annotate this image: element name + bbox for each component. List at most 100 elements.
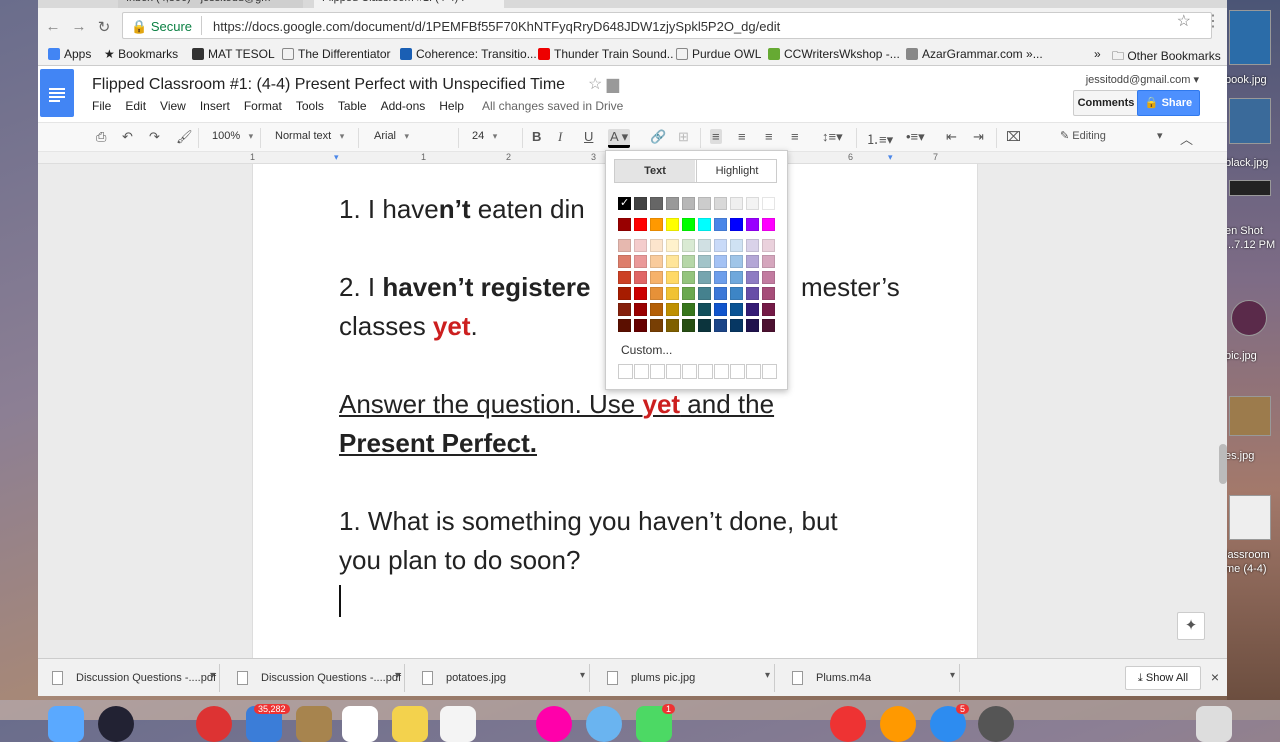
color-swatch[interactable] xyxy=(682,303,695,316)
color-swatch[interactable] xyxy=(730,197,743,210)
color-swatch[interactable] xyxy=(666,218,679,231)
safari-icon[interactable] xyxy=(586,706,622,742)
color-swatch[interactable] xyxy=(698,255,711,268)
doc-line[interactable]: 2. I haven’t registere mester’s xyxy=(339,272,900,303)
close-icon[interactable]: × xyxy=(1211,669,1219,685)
paint-format-icon[interactable]: 🖌 xyxy=(176,129,193,145)
color-swatch[interactable] xyxy=(762,218,775,231)
color-swatch[interactable] xyxy=(730,287,743,300)
custom-color-link[interactable]: Custom... xyxy=(621,343,672,357)
bookmark-azar-grammar[interactable]: AzarGrammar.com »... xyxy=(906,47,1043,61)
color-swatch[interactable] xyxy=(618,196,631,210)
bold-icon[interactable]: B xyxy=(532,129,541,144)
font-size-select[interactable]: 24 xyxy=(472,130,513,142)
color-swatch[interactable] xyxy=(666,239,679,252)
color-swatch[interactable] xyxy=(682,218,695,231)
doc-line[interactable]: 1. What is something you haven’t done, b… xyxy=(339,506,838,537)
color-swatch[interactable] xyxy=(762,255,775,268)
color-swatch[interactable] xyxy=(650,255,663,268)
download-item[interactable]: Plums.m4a ▾ xyxy=(780,664,960,692)
color-swatch[interactable] xyxy=(634,197,647,210)
chevron-down-icon[interactable]: ▾ xyxy=(395,670,400,681)
save-status[interactable]: All changes saved in Drive xyxy=(482,99,623,113)
color-swatch[interactable] xyxy=(682,319,695,332)
stickies-icon[interactable] xyxy=(392,706,428,742)
desktop-file-label[interactable]: pic.jpg xyxy=(1225,350,1257,362)
desktop-file-thumbnail[interactable] xyxy=(1231,300,1267,336)
color-swatch[interactable] xyxy=(634,218,647,231)
color-swatch[interactable] xyxy=(698,303,711,316)
redo-icon[interactable]: ↷ xyxy=(149,129,160,145)
color-swatch[interactable] xyxy=(698,319,711,332)
color-swatch[interactable] xyxy=(682,239,695,252)
explore-icon[interactable]: ✦ xyxy=(1177,612,1205,640)
color-swatch[interactable] xyxy=(746,255,759,268)
bookmark-bookmarks[interactable]: ★ Bookmarks xyxy=(104,47,178,61)
color-swatch[interactable] xyxy=(762,287,775,300)
color-swatch[interactable] xyxy=(682,287,695,300)
line-spacing-icon[interactable]: ↕≡▾ xyxy=(822,129,843,145)
desktop-file-label[interactable]: book.jpg xyxy=(1225,74,1267,86)
style-select[interactable]: Normal text xyxy=(275,130,344,142)
menu-help[interactable]: Help xyxy=(439,99,464,113)
desktop-file-label[interactable]: en Shot xyxy=(1225,225,1263,237)
color-swatch[interactable] xyxy=(746,239,759,252)
desktop-file-label[interactable]: black.jpg xyxy=(1225,157,1268,169)
comments-button[interactable]: Comments xyxy=(1073,90,1139,116)
doc-line[interactable]: Answer the question. Use yet and the xyxy=(339,389,774,420)
italic-icon[interactable]: I xyxy=(558,129,562,145)
custom-color-slot[interactable] xyxy=(618,364,633,379)
color-swatch[interactable] xyxy=(714,255,727,268)
color-swatch[interactable] xyxy=(746,303,759,316)
color-swatch[interactable] xyxy=(714,271,727,284)
color-swatch[interactable] xyxy=(746,319,759,332)
print-icon[interactable]: ⎙ xyxy=(96,129,106,145)
custom-color-slot[interactable] xyxy=(762,364,777,379)
color-swatch[interactable] xyxy=(650,303,663,316)
color-swatch[interactable] xyxy=(746,271,759,284)
color-swatch[interactable] xyxy=(698,287,711,300)
color-swatch[interactable] xyxy=(618,255,631,268)
color-swatch[interactable] xyxy=(650,197,663,210)
custom-color-slot[interactable] xyxy=(714,364,729,379)
reminders-icon[interactable] xyxy=(440,706,476,742)
underline-icon[interactable]: U xyxy=(584,129,593,144)
numbered-list-icon[interactable]: ⒈≡▾ xyxy=(866,129,893,148)
document-title[interactable]: Flipped Classroom #1: (4-4) Present Perf… xyxy=(92,76,565,94)
menu-file[interactable]: File xyxy=(92,99,111,113)
star-icon[interactable]: ☆ xyxy=(588,76,602,93)
show-all-downloads-button[interactable]: ⤓ Show All xyxy=(1125,666,1201,690)
color-swatch[interactable] xyxy=(666,287,679,300)
color-swatch[interactable] xyxy=(666,271,679,284)
download-item[interactable]: potatoes.jpg ▾ xyxy=(410,664,590,692)
clear-formatting-icon[interactable]: ⌧ xyxy=(1006,129,1021,145)
color-swatch[interactable] xyxy=(650,319,663,332)
chevron-down-icon[interactable]: ▾ xyxy=(580,670,585,681)
ibooks-icon[interactable] xyxy=(880,706,916,742)
color-swatch[interactable] xyxy=(618,287,631,300)
doc-line[interactable]: Present Perfect. xyxy=(339,428,537,459)
color-swatch[interactable] xyxy=(634,239,647,252)
color-swatch[interactable] xyxy=(714,319,727,332)
photos-icon[interactable] xyxy=(536,706,572,742)
color-swatch[interactable] xyxy=(714,197,727,210)
palette-tab-text[interactable]: Text xyxy=(615,160,695,182)
color-swatch[interactable] xyxy=(698,218,711,231)
color-swatch[interactable] xyxy=(666,303,679,316)
desktop-file-thumbnail[interactable] xyxy=(1229,396,1271,436)
insert-comment-icon[interactable]: ⊞ xyxy=(678,129,689,145)
finder-icon[interactable] xyxy=(48,706,84,742)
reload-icon[interactable]: ↻ xyxy=(95,18,113,36)
forward-arrow-icon[interactable]: → xyxy=(70,18,88,35)
custom-color-slot[interactable] xyxy=(650,364,665,379)
zoom-select[interactable]: 100% xyxy=(212,130,253,142)
doc-line[interactable]: you plan to do soon? xyxy=(339,545,580,576)
palette-tab-highlight[interactable]: Highlight xyxy=(696,160,777,182)
desktop-file-label[interactable]: me (4-4) xyxy=(1225,563,1267,575)
undo-icon[interactable]: ↶ xyxy=(122,129,133,145)
back-arrow-icon[interactable]: ← xyxy=(44,18,62,35)
browser-menu-icon[interactable]: ⋮ xyxy=(1205,11,1221,31)
bookmark-star-icon[interactable]: ☆ xyxy=(1177,11,1191,31)
bulleted-list-icon[interactable]: •≡▾ xyxy=(906,129,925,145)
itunes-icon[interactable] xyxy=(830,706,866,742)
